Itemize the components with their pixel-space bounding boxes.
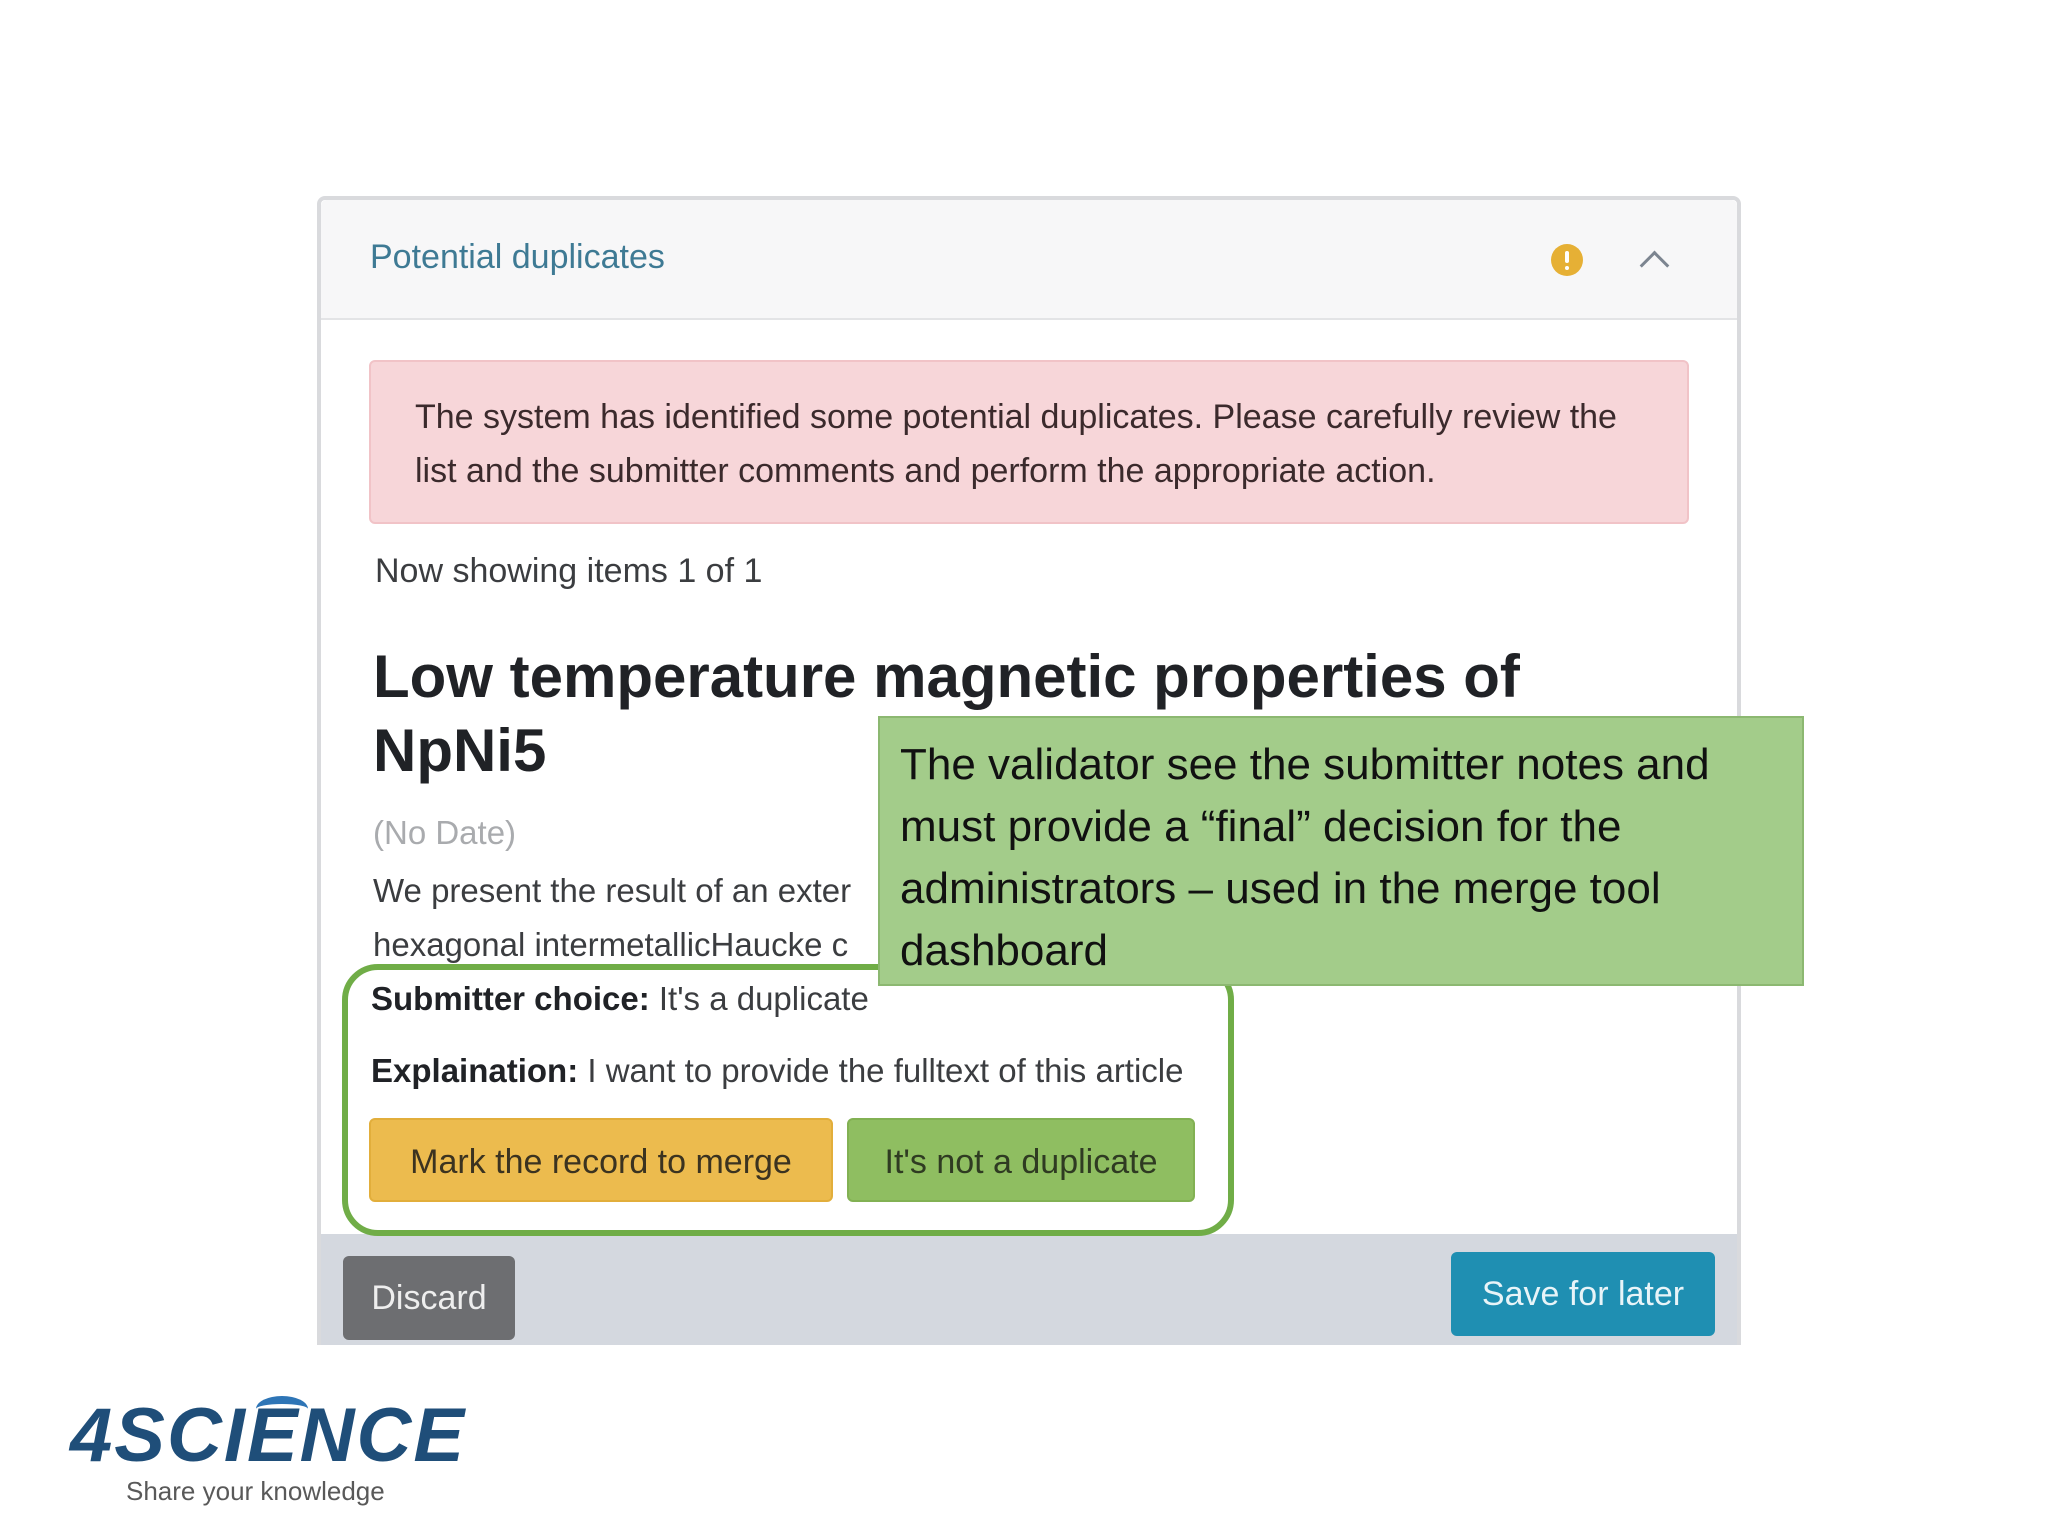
panel-header[interactable]: Potential duplicates bbox=[321, 200, 1737, 320]
panel-footer: Discard Save for later bbox=[321, 1234, 1737, 1345]
duplicates-alert: The system has identified some potential… bbox=[369, 360, 1689, 524]
logo-tagline: Share your knowledge bbox=[126, 1476, 385, 1506]
panel-title: Potential duplicates bbox=[370, 238, 665, 276]
pagination-status: Now showing items 1 of 1 bbox=[375, 552, 763, 590]
logo-arc-icon bbox=[256, 1396, 308, 1422]
save-for-later-button[interactable]: Save for later bbox=[1451, 1252, 1715, 1336]
item-date: (No Date) bbox=[373, 814, 517, 851]
discard-button[interactable]: Discard bbox=[343, 1256, 515, 1340]
annotation-callout: The validator see the submitter notes an… bbox=[878, 716, 1804, 986]
decision-highlight-frame bbox=[342, 964, 1234, 1236]
exclamation-circle-icon bbox=[1551, 244, 1583, 276]
chevron-up-icon[interactable] bbox=[1639, 250, 1670, 281]
4science-logo: 4SCIENCE Share your knowledge bbox=[70, 1392, 470, 1510]
